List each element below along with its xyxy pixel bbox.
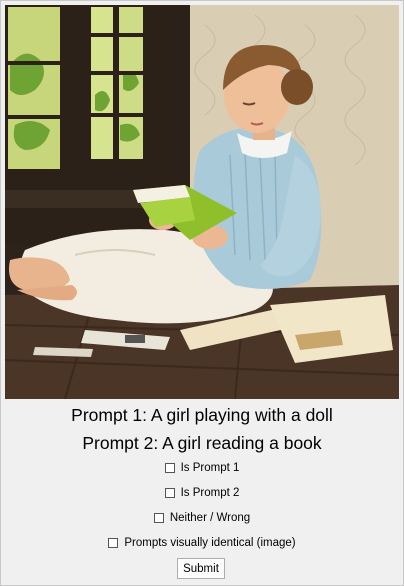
checkbox[interactable] <box>153 513 164 523</box>
option-is-prompt-1[interactable]: Is Prompt 1 <box>1 462 403 474</box>
submit-button[interactable]: Submit <box>177 558 225 579</box>
option-label: Is Prompt 2 <box>180 487 240 499</box>
survey-window: Prompt 1: A girl playing with a doll Pro… <box>0 0 404 586</box>
option-label: Neither / Wrong <box>169 512 251 524</box>
checkbox[interactable] <box>108 538 119 548</box>
generated-image <box>5 5 399 399</box>
prompt-1-text: Prompt 1: A girl playing with a doll <box>71 405 333 425</box>
checkbox[interactable] <box>164 463 175 473</box>
option-neither-wrong[interactable]: Neither / Wrong <box>1 512 403 524</box>
prompt-2-text: Prompt 2: A girl reading a book <box>82 433 322 453</box>
option-label: Prompts visually identical (image) <box>124 537 296 549</box>
option-prompts-identical[interactable]: Prompts visually identical (image) <box>1 537 403 549</box>
checkbox[interactable] <box>164 488 175 498</box>
option-is-prompt-2[interactable]: Is Prompt 2 <box>1 487 403 499</box>
option-label: Is Prompt 1 <box>180 462 240 474</box>
